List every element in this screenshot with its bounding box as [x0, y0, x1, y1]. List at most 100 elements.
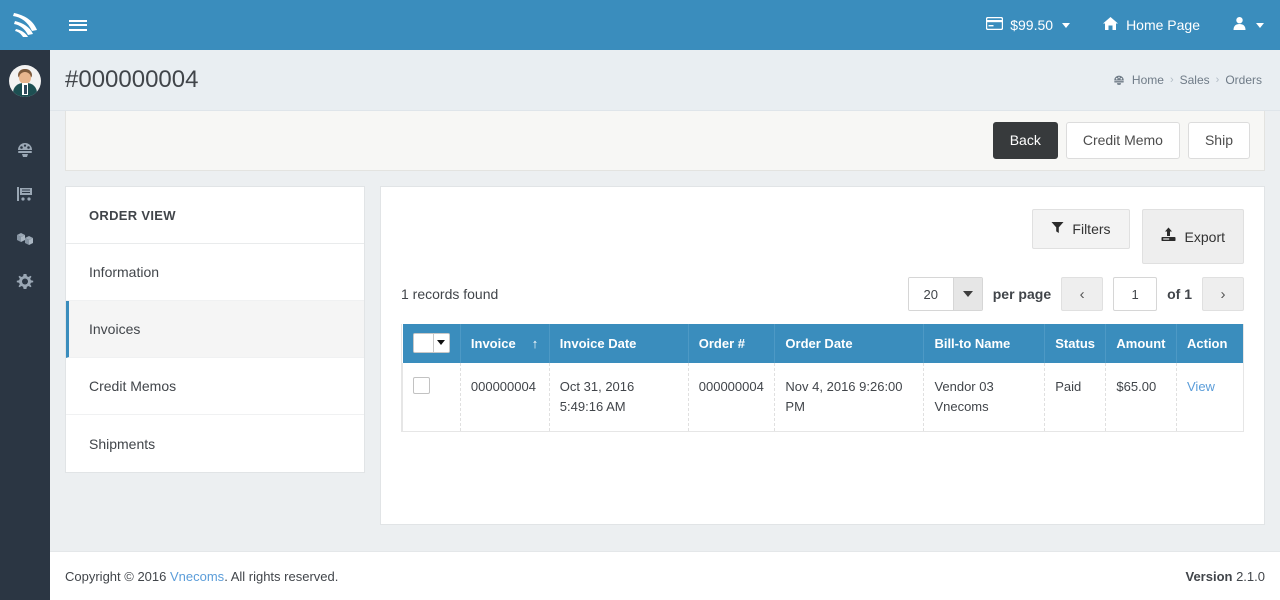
version-number: 2.1.0 [1236, 568, 1265, 584]
rail-item-products[interactable] [0, 216, 50, 260]
select-all-checkbox-dropdown[interactable] [412, 332, 450, 353]
rail-item-settings[interactable] [0, 260, 50, 304]
page-number-input[interactable] [1113, 277, 1158, 311]
filters-label: Filters [1072, 221, 1111, 237]
invoices-table: Invoice ↑ Invoice Date Order # Order Date… [402, 324, 1243, 433]
chevron-right-icon: › [1220, 285, 1226, 303]
sort-ascending-icon: ↑ [531, 336, 539, 351]
page-size-value: 20 [908, 278, 953, 310]
chevron-down-icon[interactable] [952, 278, 982, 310]
sidebar-item-shipments[interactable]: Shipments [66, 415, 364, 472]
page-title-bar: #000000004 Home › Sales › Orders [50, 50, 1280, 111]
column-header-status[interactable]: Status [1044, 324, 1107, 363]
breadcrumb: Home › Sales › Orders [1112, 73, 1262, 88]
cell-invoice: 000000004 [460, 363, 550, 433]
chevron-down-icon [1256, 22, 1264, 28]
page-size-select[interactable]: 20 [907, 277, 983, 311]
cell-order-number: 000000004 [688, 363, 776, 433]
cell-order-date: Nov 4, 2016 9:26:00 PM [774, 363, 925, 433]
order-view-heading: ORDER VIEW [66, 187, 364, 244]
upload-icon [1161, 227, 1176, 246]
column-header-invoice-date[interactable]: Invoice Date [549, 324, 689, 363]
home-page-label: Home Page [1126, 17, 1200, 33]
order-view-panel: ORDER VIEW Information Invoices Credit M… [65, 186, 365, 473]
previous-page-button[interactable]: ‹ [1061, 277, 1104, 311]
column-header-order-date[interactable]: Order Date [774, 324, 925, 363]
total-pages-label: of 1 [1167, 286, 1192, 302]
gear-icon [15, 272, 35, 292]
top-navbar: $99.50 Home Page [50, 0, 1280, 50]
balance-menu[interactable]: $99.50 [970, 0, 1086, 50]
column-header-invoice[interactable]: Invoice ↑ [460, 324, 550, 363]
copyright-prefix: Copyright © 2016 [65, 568, 170, 584]
row-select-cell[interactable] [402, 363, 461, 433]
invoices-table-wrap: Invoice ↑ Invoice Date Order # Order Date… [381, 316, 1264, 433]
column-header-order-number[interactable]: Order # [688, 324, 776, 363]
sidebar-item-credit-memos[interactable]: Credit Memos [66, 358, 364, 415]
sidebar-item-label: Shipments [89, 435, 156, 452]
export-button[interactable]: Export [1141, 209, 1244, 264]
sidebar-item-label: Invoices [89, 321, 141, 337]
column-label: Invoice [470, 336, 516, 351]
copyright-text: Copyright © 2016 Vnecoms. All rights res… [65, 569, 338, 584]
page-footer: Copyright © 2016 Vnecoms. All rights res… [50, 551, 1280, 600]
sidebar-item-invoices[interactable]: Invoices [66, 301, 364, 358]
credit-memo-button[interactable]: Credit Memo [1065, 122, 1180, 159]
sidebar-item-information[interactable]: Information [66, 244, 364, 301]
table-body: 000000004 Oct 31, 2016 5:49:16 AM 000000… [402, 363, 1243, 433]
rail-item-sales[interactable] [0, 172, 50, 216]
breadcrumb-item-sales[interactable]: Sales [1180, 73, 1210, 87]
ship-button[interactable]: Ship [1187, 122, 1250, 159]
avatar[interactable] [0, 56, 50, 106]
home-page-link[interactable]: Home Page [1086, 0, 1216, 50]
copyright-suffix: . All rights reserved. [224, 568, 339, 584]
grid-pager-row: 1 records found 20 per page ‹ of 1 › [381, 264, 1264, 316]
balance-amount: $99.50 [1010, 17, 1054, 33]
chevron-left-icon: ‹ [1079, 285, 1085, 303]
dashboard-icon [1112, 73, 1126, 88]
cell-status: Paid [1044, 363, 1107, 433]
user-menu[interactable] [1216, 0, 1280, 50]
cell-action: View [1176, 363, 1243, 433]
home-icon [1102, 16, 1119, 34]
company-link[interactable]: Vnecoms [170, 569, 224, 584]
breadcrumb-separator: › [1215, 74, 1220, 86]
next-page-button[interactable]: › [1202, 277, 1244, 311]
column-header-amount[interactable]: Amount [1105, 324, 1177, 363]
table-row[interactable]: 000000004 Oct 31, 2016 5:49:16 AM 000000… [402, 363, 1243, 433]
chevron-down-icon [1062, 22, 1071, 28]
chevron-down-icon[interactable] [432, 333, 449, 352]
avatar-image [9, 65, 41, 97]
dashboard-icon [15, 140, 35, 160]
select-all-checkbox[interactable] [413, 333, 433, 352]
filters-button[interactable]: Filters [1032, 209, 1130, 249]
page-title: #000000004 [65, 66, 199, 93]
cell-bill-to-name: Vendor 03 Vnecoms [923, 363, 1046, 433]
invoices-panel: Filters Export 1 records found 20 per pa… [380, 186, 1265, 525]
view-invoice-link[interactable]: View [1187, 379, 1215, 394]
column-header-action: Action [1176, 324, 1243, 363]
products-icon [14, 228, 36, 248]
breadcrumb-separator: › [1169, 74, 1174, 86]
breadcrumb-item-home[interactable]: Home [1132, 73, 1164, 87]
column-header-bill-to-name[interactable]: Bill-to Name [923, 324, 1046, 363]
app-root: $99.50 Home Page #000000004 Home › Sales… [0, 0, 1280, 600]
sidebar-item-label: Credit Memos [89, 378, 177, 394]
order-action-bar: Back Credit Memo Ship [65, 111, 1265, 171]
app-logo[interactable] [0, 0, 50, 50]
table-header: Invoice ↑ Invoice Date Order # Order Date… [402, 324, 1243, 363]
credit-card-icon [986, 16, 1004, 33]
back-button[interactable]: Back [992, 122, 1058, 159]
cell-invoice-date: Oct 31, 2016 5:49:16 AM [549, 363, 689, 433]
cell-amount: $65.00 [1105, 363, 1177, 433]
records-found-label: 1 records found [401, 286, 499, 302]
export-label: Export [1184, 228, 1225, 245]
user-icon [1232, 16, 1247, 34]
pagination-controls: 20 per page ‹ of 1 › [907, 277, 1244, 311]
row-checkbox[interactable] [413, 377, 430, 394]
sidebar-item-label: Information [89, 264, 160, 280]
hamburger-icon[interactable] [50, 0, 105, 50]
breadcrumb-item-orders[interactable]: Orders [1225, 73, 1262, 87]
rail-item-dashboard[interactable] [0, 128, 50, 172]
column-header-select[interactable] [402, 324, 461, 363]
